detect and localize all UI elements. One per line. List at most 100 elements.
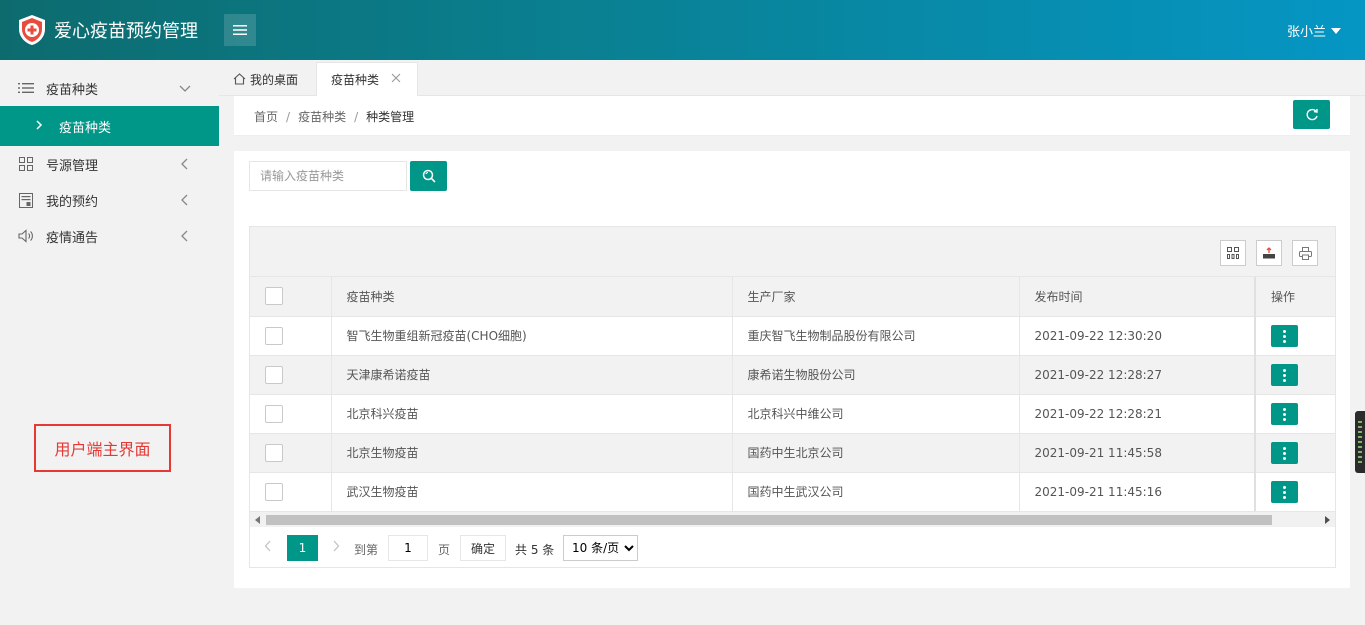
vaccine-type-cell: 北京科兴疫苗: [331, 394, 733, 434]
manufacturer-cell: 重庆智飞生物制品股份有限公司: [732, 316, 1020, 356]
table-row: 北京科兴疫苗 北京科兴中维公司 2021-09-22 12:28:21: [250, 394, 1336, 434]
user-name: 张小兰: [1286, 25, 1326, 40]
row-checkbox[interactable]: [265, 326, 283, 345]
checkbox-cell: [250, 355, 332, 395]
publish-time-cell: 2021-09-22 12:28:21: [1019, 394, 1256, 434]
row-checkbox[interactable]: [265, 365, 283, 384]
breadcrumb-bar: 首页 / 疫苗种类 / 种类管理: [234, 96, 1350, 136]
checkbox-cell: [250, 316, 332, 356]
sidebar: 疫苗种类 疫苗种类 号源管理 我的预约 疫情通告 用户端主界面: [0, 60, 219, 625]
tab-vaccine-types[interactable]: 疫苗种类: [316, 62, 418, 96]
search-icon: [422, 169, 436, 183]
row-checkbox[interactable]: [265, 404, 283, 423]
column-header-vaccine-type[interactable]: 疫苗种类: [331, 277, 733, 317]
refresh-button[interactable]: [1293, 100, 1330, 129]
search-input[interactable]: [249, 161, 407, 191]
sidebar-subitem-vaccine-types[interactable]: 疫苗种类: [0, 106, 219, 146]
row-actions-button[interactable]: [1271, 363, 1298, 386]
chevron-right-icon: [36, 120, 43, 130]
sidebar-item-label: 疫苗种类: [46, 82, 99, 98]
goto-confirm-button[interactable]: 确定: [460, 535, 506, 561]
vaccine-type-cell: 天津康希诺疫苗: [331, 355, 733, 395]
vaccine-type-cell: 武汉生物疫苗: [331, 472, 733, 512]
table-header-row: 疫苗种类 生产厂家 发布时间 操作: [250, 277, 1336, 317]
actions-cell: [1254, 472, 1336, 512]
sidebar-item-vaccine-types[interactable]: 疫苗种类: [0, 70, 219, 106]
scroll-left-arrow-icon[interactable]: [255, 516, 260, 524]
prev-page-icon[interactable]: [264, 540, 272, 552]
calendar-icon: [18, 192, 34, 208]
page-label: 页: [438, 543, 451, 557]
checkbox-cell: [250, 433, 332, 473]
manufacturer-cell: 康希诺生物股份公司: [732, 355, 1020, 395]
manufacturer-cell: 国药中生武汉公司: [732, 472, 1020, 512]
row-checkbox[interactable]: [265, 443, 283, 462]
column-header-manufacturer[interactable]: 生产厂家: [732, 277, 1020, 317]
column-header-publish-time[interactable]: 发布时间: [1019, 277, 1256, 317]
breadcrumb-home[interactable]: 首页: [254, 110, 278, 124]
user-menu[interactable]: 张小兰: [1287, 21, 1341, 40]
scroll-right-arrow-icon[interactable]: [1325, 516, 1330, 524]
row-actions-button[interactable]: [1271, 402, 1298, 425]
horizontal-scrollbar[interactable]: [250, 511, 1335, 527]
print-icon: [1298, 246, 1312, 260]
data-grid: 疫苗种类 生产厂家 发布时间 操作 智飞生物重组新冠疫苗(CHO细胞) 重庆智飞…: [249, 226, 1336, 568]
caret-down-icon: [1331, 28, 1341, 34]
sidebar-item-slot-management[interactable]: 号源管理: [0, 146, 219, 182]
actions-cell: [1254, 394, 1336, 434]
page-size-select[interactable]: 10 条/页: [563, 535, 638, 561]
breadcrumb-separator: /: [286, 110, 291, 124]
column-filter-button[interactable]: [1220, 240, 1246, 266]
publish-time-cell: 2021-09-22 12:30:20: [1019, 316, 1256, 356]
speaker-icon: [18, 228, 34, 244]
table-row: 天津康希诺疫苗 康希诺生物股份公司 2021-09-22 12:28:27: [250, 355, 1336, 395]
sidebar-item-my-appointments[interactable]: 我的预约: [0, 182, 219, 218]
checkbox-cell: [250, 394, 332, 434]
chevron-left-icon: [181, 158, 188, 170]
table-row: 北京生物疫苗 国药中生北京公司 2021-09-21 11:45:58: [250, 433, 1336, 473]
row-actions-button[interactable]: [1271, 480, 1298, 503]
annotation-label: 用户端主界面: [34, 424, 171, 472]
sidebar-item-epidemic-notice[interactable]: 疫情通告: [0, 218, 219, 254]
close-icon[interactable]: [391, 73, 401, 83]
vaccine-type-table: 疫苗种类 生产厂家 发布时间 操作 智飞生物重组新冠疫苗(CHO细胞) 重庆智飞…: [250, 277, 1336, 512]
goto-page-input[interactable]: [388, 535, 428, 561]
pagination: 1 到第 页 确定 共 5 条 10 条/页: [250, 527, 1335, 567]
sidebar-item-label: 我的预约: [46, 194, 99, 210]
columns-icon: [1227, 247, 1239, 259]
actions-cell: [1254, 355, 1336, 395]
current-page-button[interactable]: 1: [287, 535, 318, 561]
menu-toggle-button[interactable]: [224, 14, 256, 46]
table-row: 武汉生物疫苗 国药中生武汉公司 2021-09-21 11:45:16: [250, 472, 1336, 512]
chevron-left-icon: [181, 194, 188, 206]
tab-home[interactable]: 我的桌面: [233, 62, 298, 96]
side-widget-handle[interactable]: [1355, 411, 1365, 473]
breadcrumb-vaccine-types[interactable]: 疫苗种类: [298, 110, 346, 124]
breadcrumb: 首页 / 疫苗种类 / 种类管理: [254, 108, 414, 125]
vaccine-type-cell: 北京生物疫苗: [331, 433, 733, 473]
row-actions-button[interactable]: [1271, 441, 1298, 464]
publish-time-cell: 2021-09-21 11:45:16: [1019, 472, 1256, 512]
next-page-icon[interactable]: [332, 540, 340, 552]
chevron-down-icon: [179, 85, 191, 92]
select-all-checkbox[interactable]: [265, 287, 283, 306]
export-button[interactable]: [1256, 240, 1282, 266]
search-button[interactable]: [410, 161, 447, 191]
print-button[interactable]: [1292, 240, 1318, 266]
tab-label: 我的桌面: [250, 72, 299, 87]
checkbox-cell: [250, 472, 332, 512]
manufacturer-cell: 北京科兴中维公司: [732, 394, 1020, 434]
breadcrumb-separator: /: [354, 110, 359, 124]
hamburger-icon: [233, 25, 247, 35]
grid-icon: [18, 156, 34, 172]
app-title: 爱心疫苗预约管理: [54, 21, 198, 42]
goto-label: 到第: [354, 543, 379, 557]
scrollbar-thumb[interactable]: [266, 515, 1272, 525]
row-checkbox[interactable]: [265, 482, 283, 501]
row-actions-button[interactable]: [1271, 324, 1298, 347]
sidebar-subitem-label: 疫苗种类: [59, 120, 112, 136]
sidebar-item-label: 号源管理: [46, 158, 99, 174]
tab-label: 疫苗种类: [331, 73, 380, 87]
manufacturer-cell: 国药中生北京公司: [732, 433, 1020, 473]
tab-bar: 我的桌面 疫苗种类: [219, 60, 1365, 96]
